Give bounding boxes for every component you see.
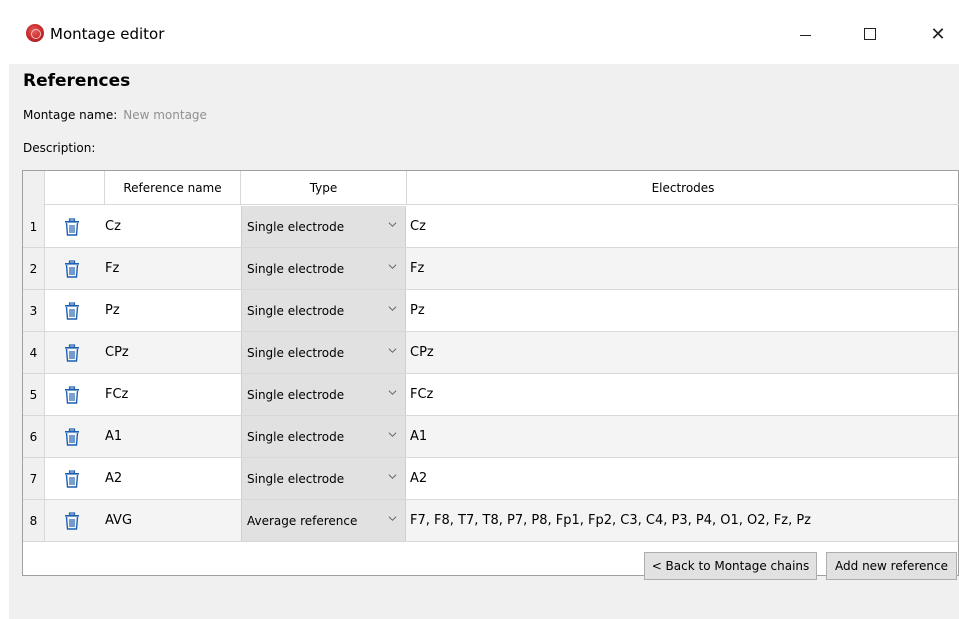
type-dropdown-value: Single electrode <box>247 303 345 318</box>
chevron-down-icon <box>388 306 397 311</box>
description-label: Description: <box>23 141 96 155</box>
row-number: 1 <box>23 206 45 247</box>
table-row[interactable]: 2 Fz Single electrode Fz <box>23 248 958 290</box>
type-dropdown[interactable]: Average reference <box>241 500 406 541</box>
row-number: 6 <box>23 416 45 457</box>
references-table: Reference name Type Electrodes 1 Cz Single… <box>22 170 959 576</box>
trash-icon[interactable] <box>63 302 81 320</box>
electrodes-cell[interactable]: FCz <box>410 374 950 415</box>
electrodes-cell[interactable]: Pz <box>410 290 950 331</box>
type-dropdown[interactable]: Single electrode <box>241 416 406 457</box>
trash-icon[interactable] <box>63 428 81 446</box>
table-row[interactable]: 1 Cz Single electrode Cz <box>23 206 958 248</box>
montage-name-row: Montage name: New montage <box>23 107 207 123</box>
table-row[interactable]: 6 A1 Single electrode A1 <box>23 416 958 458</box>
montage-name-field[interactable]: New montage <box>123 108 207 122</box>
reference-name-cell[interactable]: Cz <box>105 206 240 247</box>
type-dropdown[interactable]: Single electrode <box>241 248 406 289</box>
back-to-montage-chains-button[interactable]: < Back to Montage chains <box>644 552 817 580</box>
type-dropdown-value: Single electrode <box>247 219 345 234</box>
table-row[interactable]: 7 A2 Single electrode A2 <box>23 458 958 500</box>
minimize-icon[interactable] <box>793 22 817 46</box>
reference-name-cell[interactable]: FCz <box>105 374 240 415</box>
electrodes-cell[interactable]: CPz <box>410 332 950 373</box>
row-number: 2 <box>23 248 45 289</box>
type-dropdown-value: Single electrode <box>247 471 345 486</box>
chevron-down-icon <box>388 516 397 521</box>
type-dropdown-value: Single electrode <box>247 429 345 444</box>
type-dropdown[interactable]: Single electrode <box>241 458 406 499</box>
row-number: 5 <box>23 374 45 415</box>
row-number: 7 <box>23 458 45 499</box>
app-logo-icon <box>26 24 44 42</box>
table-row[interactable]: 4 CPz Single electrode CPz <box>23 332 958 374</box>
type-dropdown-value: Average reference <box>247 513 358 528</box>
reference-name-cell[interactable]: CPz <box>105 332 240 373</box>
chevron-down-icon <box>388 222 397 227</box>
header-delete <box>45 171 105 205</box>
electrodes-cell[interactable]: Cz <box>410 206 950 247</box>
maximize-icon[interactable] <box>858 22 882 46</box>
window-title: Montage editor <box>50 25 165 43</box>
type-dropdown[interactable]: Single electrode <box>241 374 406 415</box>
chevron-down-icon <box>388 264 397 269</box>
table-row[interactable]: 5 FCz Single electrode FCz <box>23 374 958 416</box>
title-bar: Montage editor ✕ <box>0 0 959 64</box>
editor-panel: References Montage name: New montage Desc… <box>9 64 959 619</box>
row-number: 8 <box>23 500 45 541</box>
section-title: References <box>23 71 131 91</box>
electrodes-cell[interactable]: A1 <box>410 416 950 457</box>
montage-name-label: Montage name: <box>23 108 118 122</box>
reference-name-cell[interactable]: Fz <box>105 248 240 289</box>
type-dropdown-value: Single electrode <box>247 387 345 402</box>
reference-name-cell[interactable]: A1 <box>105 416 240 457</box>
table-row[interactable]: 3 Pz Single electrode Pz <box>23 290 958 332</box>
electrodes-cell[interactable]: F7, F8, T7, T8, P7, P8, Fp1, Fp2, C3, C4… <box>410 500 950 541</box>
electrodes-cell[interactable]: A2 <box>410 458 950 499</box>
row-number: 3 <box>23 290 45 331</box>
chevron-down-icon <box>388 432 397 437</box>
reference-name-cell[interactable]: Pz <box>105 290 240 331</box>
chevron-down-icon <box>388 390 397 395</box>
type-dropdown-value: Single electrode <box>247 345 345 360</box>
close-icon[interactable]: ✕ <box>926 22 950 46</box>
type-dropdown-value: Single electrode <box>247 261 345 276</box>
type-dropdown[interactable]: Single electrode <box>241 290 406 331</box>
row-number: 4 <box>23 332 45 373</box>
type-dropdown[interactable]: Single electrode <box>241 332 406 373</box>
trash-icon[interactable] <box>63 470 81 488</box>
header-reference-name[interactable]: Reference name <box>105 171 241 205</box>
trash-icon[interactable] <box>63 260 81 278</box>
type-dropdown[interactable]: Single electrode <box>241 206 406 247</box>
chevron-down-icon <box>388 348 397 353</box>
header-electrodes[interactable]: Electrodes <box>407 171 959 205</box>
add-new-reference-button[interactable]: Add new reference <box>826 552 957 580</box>
table-row[interactable]: 8 AVG Average reference F7, F8, T7, T8, P7,… <box>23 500 958 542</box>
header-type[interactable]: Type <box>241 171 407 205</box>
chevron-down-icon <box>388 474 397 479</box>
trash-icon[interactable] <box>63 344 81 362</box>
reference-name-cell[interactable]: A2 <box>105 458 240 499</box>
trash-icon[interactable] <box>63 512 81 530</box>
reference-name-cell[interactable]: AVG <box>105 500 240 541</box>
trash-icon[interactable] <box>63 218 81 236</box>
trash-icon[interactable] <box>63 386 81 404</box>
electrodes-cell[interactable]: Fz <box>410 248 950 289</box>
